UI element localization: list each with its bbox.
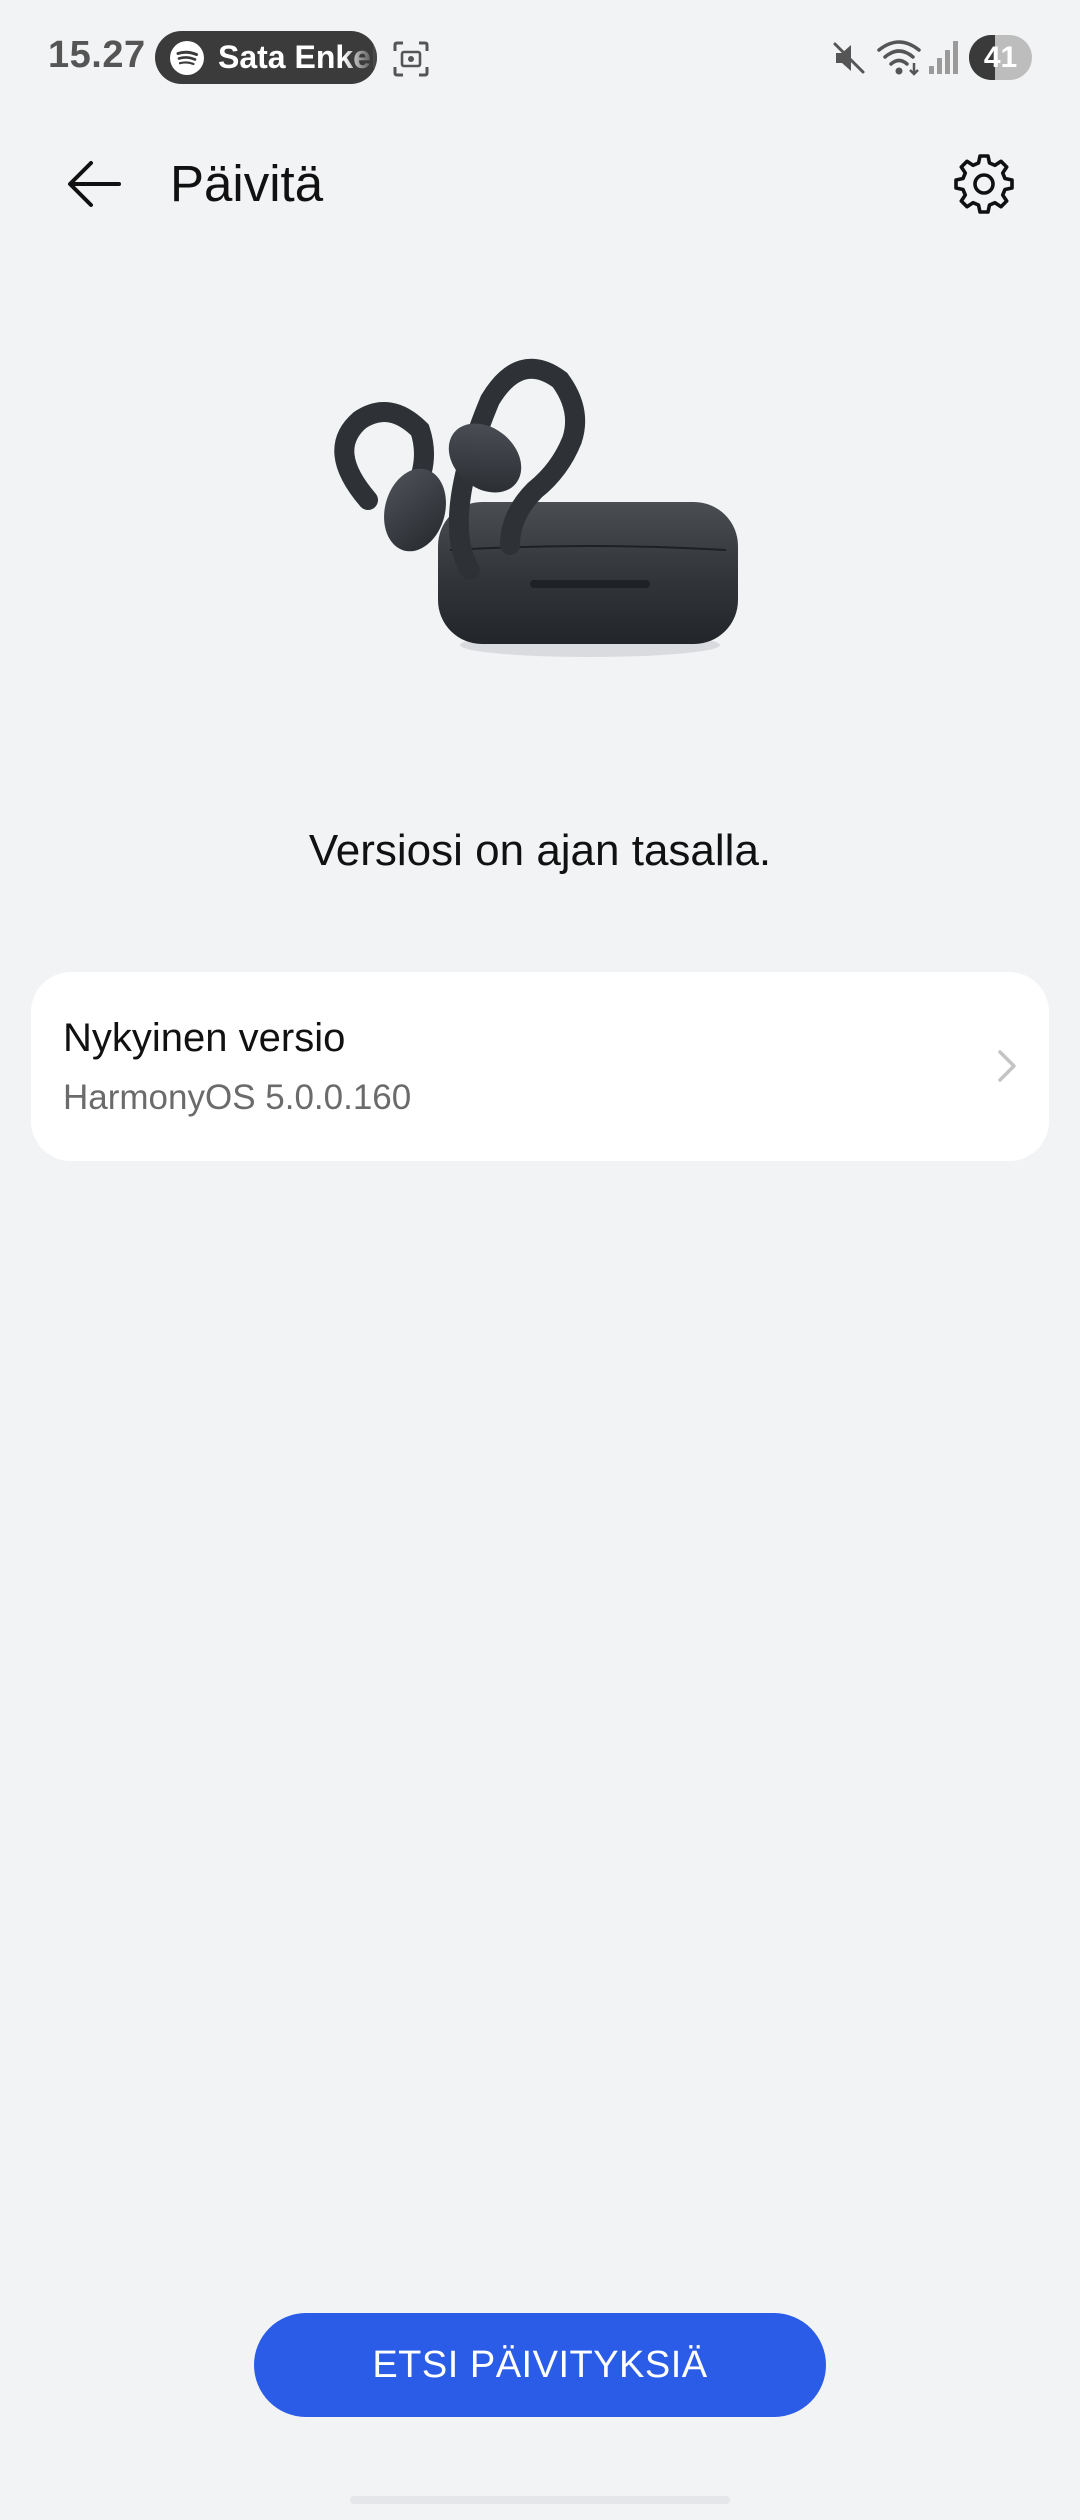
current-version-card[interactable]: Nykyinen versio HarmonyOS 5.0.0.160 <box>31 972 1049 1161</box>
arrow-left-icon <box>68 161 121 207</box>
battery-level: 41 <box>983 40 1018 74</box>
mute-icon <box>833 42 865 74</box>
media-playback-chip[interactable]: Sata Enkeliä <box>155 31 377 84</box>
search-updates-button[interactable]: ETSI PÄIVITYKSIÄ <box>254 2313 826 2417</box>
gear-icon <box>954 154 1014 214</box>
status-bar: 15.27 Sata Enkeliä 41 <box>0 0 1080 116</box>
update-status-message: Versiosi on ajan tasalla. <box>308 826 772 875</box>
page-title: Päivitä <box>170 155 324 212</box>
back-button[interactable] <box>52 142 136 226</box>
current-version-value: HarmonyOS 5.0.0.160 <box>63 1078 412 1117</box>
media-chip-fade <box>343 31 377 84</box>
wifi-icon <box>877 40 921 76</box>
spotify-icon <box>170 40 204 75</box>
current-version-label: Nykyinen versio <box>63 1016 346 1060</box>
status-time: 15.27 <box>48 34 146 76</box>
home-indicator[interactable] <box>350 2496 730 2504</box>
chevron-right-icon <box>998 1050 1016 1082</box>
battery-indicator: 41 <box>969 35 1032 80</box>
signal-icon <box>929 41 958 74</box>
earbuds-image <box>334 358 738 657</box>
screen-capture-icon <box>393 41 429 77</box>
settings-button[interactable] <box>942 142 1026 226</box>
